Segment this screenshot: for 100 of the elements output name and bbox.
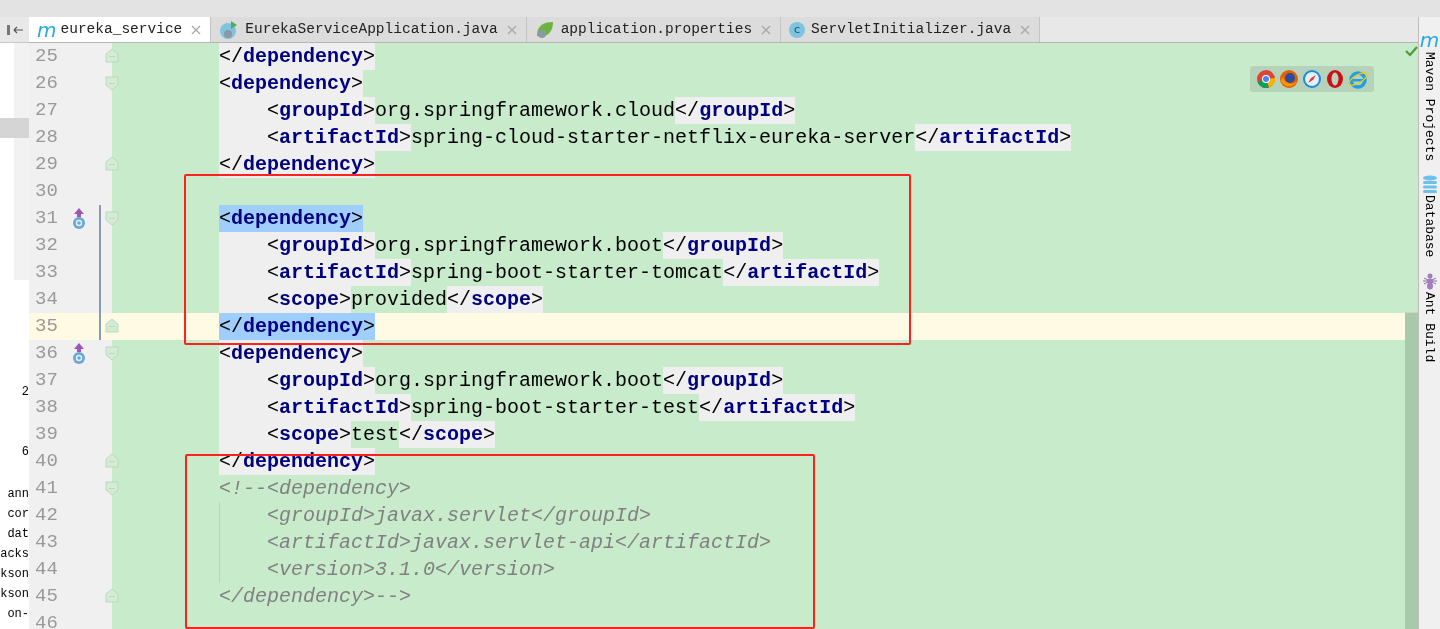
tag-bracket: >: [399, 259, 412, 286]
line-number: 35: [35, 317, 59, 336]
fold-marker-icon[interactable]: [105, 76, 119, 91]
tag-bracket: </: [447, 286, 472, 313]
tag-value: test: [351, 422, 400, 448]
selected-row[interactable]: [0, 118, 29, 138]
tag-bracket: </: [675, 97, 700, 124]
line-number: 36: [35, 344, 59, 363]
line-number: 29: [35, 155, 59, 174]
tag-bracket: >: [363, 313, 376, 340]
code-comment: </dependency>-->: [219, 584, 412, 610]
fold-marker-icon[interactable]: [105, 157, 119, 172]
tag-bracket: </: [399, 421, 424, 448]
tag-bracket: <: [219, 205, 231, 232]
tag-bracket: >: [783, 97, 796, 124]
tag-bracket: >: [351, 340, 364, 367]
fold-marker-icon[interactable]: [105, 589, 119, 604]
editor-tab[interactable]: EurekaServiceApplication.java: [211, 17, 527, 42]
override-marker-icon[interactable]: [72, 342, 86, 365]
line-number: 38: [35, 398, 59, 417]
tag-name: dependency: [243, 43, 364, 70]
tag-bracket: </: [219, 313, 243, 340]
editor-tab[interactable]: c ServletInitializer.java: [781, 17, 1041, 42]
fold-marker-icon[interactable]: [105, 346, 119, 361]
tag-name: dependency: [231, 70, 352, 97]
tool-window-button[interactable]: Database: [1419, 175, 1440, 258]
tag-bracket: </: [219, 43, 243, 70]
line-number: 26: [35, 74, 59, 93]
maven-icon: m: [1419, 30, 1440, 50]
browser-icon[interactable]: [1279, 69, 1299, 89]
tag-bracket: >: [531, 286, 544, 313]
tag-name: groupId: [687, 367, 772, 394]
tag-bracket: >: [771, 367, 784, 394]
fold-marker-icon[interactable]: [105, 454, 119, 469]
tag-bracket: >: [363, 448, 376, 475]
line-number: 32: [35, 236, 59, 255]
close-icon[interactable]: [760, 23, 773, 36]
close-icon[interactable]: [505, 23, 518, 36]
tag-value: spring-cloud-starter-netflix-eureka-server: [411, 125, 916, 151]
tag-bracket: </: [219, 151, 243, 178]
tag-bracket: >: [843, 394, 856, 421]
line-number: 44: [35, 560, 59, 579]
override-marker-icon[interactable]: [72, 207, 86, 230]
tree-item-text: on-: [6, 606, 29, 623]
tree-item-text: 6: [20, 444, 29, 461]
tag-bracket: >: [483, 421, 496, 448]
ring-icon[interactable]: [1325, 69, 1345, 89]
line-number: 30: [35, 182, 59, 201]
line-number: 31: [35, 209, 59, 228]
line-number: 40: [35, 452, 59, 471]
close-icon[interactable]: [190, 23, 203, 36]
tag-name: artifactId: [723, 394, 844, 421]
code-comment: <artifactId>javax.servlet-api</artifactId>: [267, 530, 772, 556]
tree-item-text: kson: [0, 566, 29, 583]
database-icon: [1421, 175, 1438, 194]
tag-name: artifactId: [279, 259, 400, 286]
tree-item-text: 2: [20, 384, 29, 401]
tool-window-button[interactable]: Ant Build: [1419, 271, 1440, 362]
tag-bracket: >: [771, 232, 784, 259]
tag-name: scope: [279, 286, 340, 313]
line-number: 45: [35, 587, 59, 606]
scrollbar-thumb[interactable]: [1405, 312, 1418, 629]
fold-marker-icon[interactable]: [105, 481, 119, 496]
line-number: 42: [35, 506, 59, 525]
tag-name: dependency: [231, 205, 352, 232]
tag-bracket: >: [363, 367, 376, 394]
tool-window-button[interactable]: m Maven Projects: [1419, 30, 1440, 162]
tag-value: spring-boot-starter-tomcat: [411, 260, 724, 286]
tag-bracket: >: [399, 394, 412, 421]
tag-bracket: </: [699, 394, 724, 421]
compass-icon[interactable]: [1302, 69, 1322, 89]
tag-name: artifactId: [939, 124, 1060, 151]
tag-bracket: >: [867, 259, 880, 286]
close-icon[interactable]: [1019, 23, 1032, 36]
line-number: 46: [35, 614, 59, 629]
tag-name: artifactId: [747, 259, 868, 286]
fold-marker-icon[interactable]: [105, 319, 119, 334]
tag-bracket: <: [267, 286, 279, 313]
leaf-icon: [534, 19, 555, 40]
tag-name: dependency: [231, 340, 352, 367]
ant-icon: [1421, 271, 1438, 290]
line-number: 27: [35, 101, 59, 120]
line-number: 33: [35, 263, 59, 282]
code-comment: <version>3.1.0</version>: [267, 557, 556, 583]
tag-bracket: >: [363, 43, 376, 70]
fold-marker-icon[interactable]: [105, 211, 119, 226]
tag-bracket: <: [267, 259, 279, 286]
editor-tab[interactable]: application.properties: [526, 17, 782, 42]
tag-bracket: <: [267, 124, 279, 151]
line-number: 39: [35, 425, 59, 444]
tag-name: groupId: [279, 367, 364, 394]
fold-marker-icon[interactable]: [105, 49, 119, 64]
tree-item-text: ann: [6, 486, 29, 503]
browser-icon[interactable]: [1256, 69, 1276, 89]
code-comment: <groupId>javax.servlet</groupId>: [267, 503, 652, 529]
line-number: 41: [35, 479, 59, 498]
collapse-panel-icon[interactable]: [5, 22, 24, 37]
class-icon: c: [789, 21, 806, 38]
line-number: 34: [35, 290, 59, 309]
tag-bracket: <: [219, 70, 231, 97]
